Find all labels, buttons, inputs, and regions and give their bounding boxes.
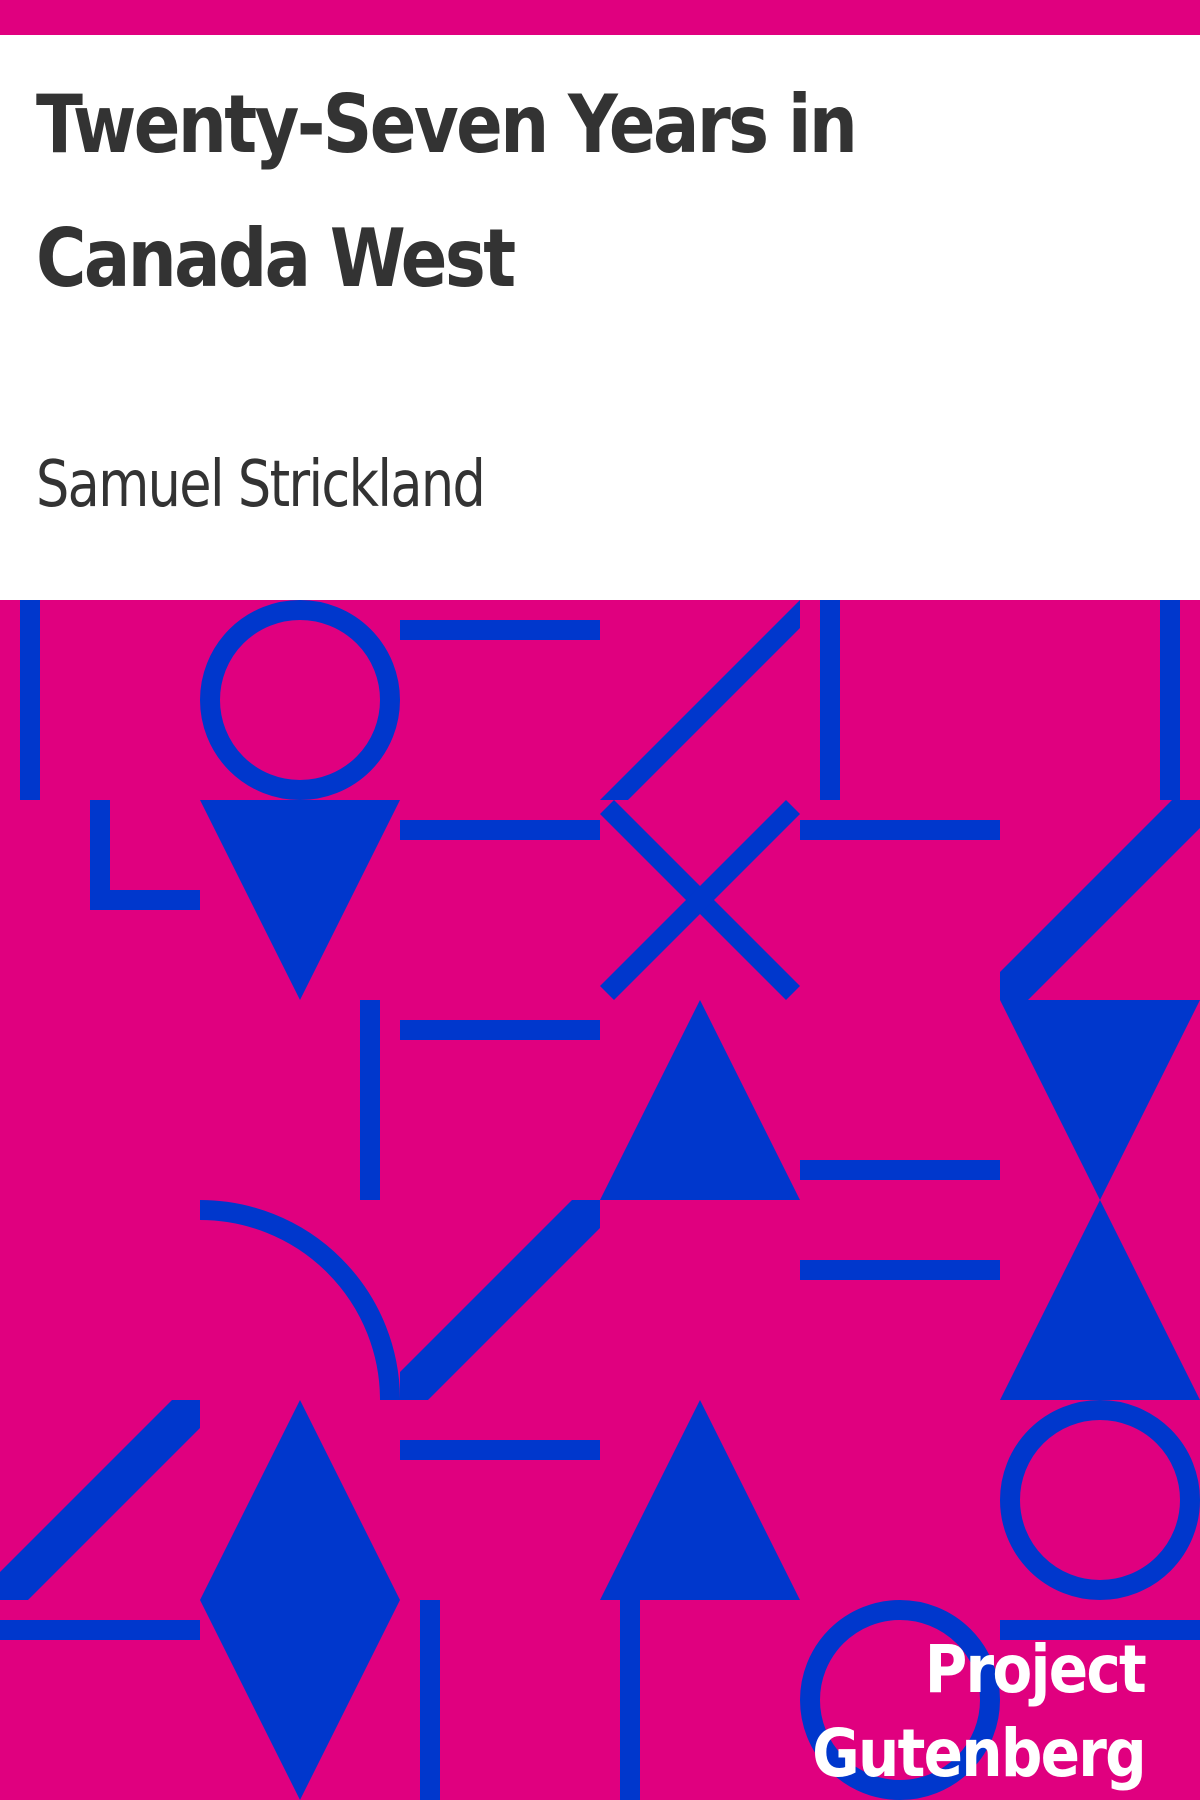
vertical-bar bbox=[620, 1600, 640, 1800]
horizontal-bar bbox=[800, 820, 1000, 840]
vertical-bar bbox=[1160, 600, 1180, 800]
vertical-bar bbox=[20, 600, 40, 800]
book-author: Samuel Strickland bbox=[36, 448, 486, 522]
cover-pattern bbox=[0, 600, 1200, 1800]
publisher-name: Project Gutenberg bbox=[812, 1631, 1147, 1792]
horizontal-bar bbox=[0, 1620, 200, 1640]
horizontal-bar bbox=[400, 820, 600, 840]
vertical-bar bbox=[420, 1600, 440, 1800]
top-accent-bar bbox=[0, 0, 1200, 35]
vertical-bar bbox=[360, 1000, 380, 1200]
book-title: Twenty-Seven Years in Canada West bbox=[36, 78, 858, 305]
horizontal-bar bbox=[400, 1440, 600, 1460]
horizontal-bar bbox=[800, 1160, 1000, 1180]
horizontal-bar bbox=[800, 1260, 1000, 1280]
horizontal-bar bbox=[400, 1020, 600, 1040]
vertical-bar bbox=[820, 600, 840, 800]
horizontal-bar bbox=[400, 620, 600, 640]
